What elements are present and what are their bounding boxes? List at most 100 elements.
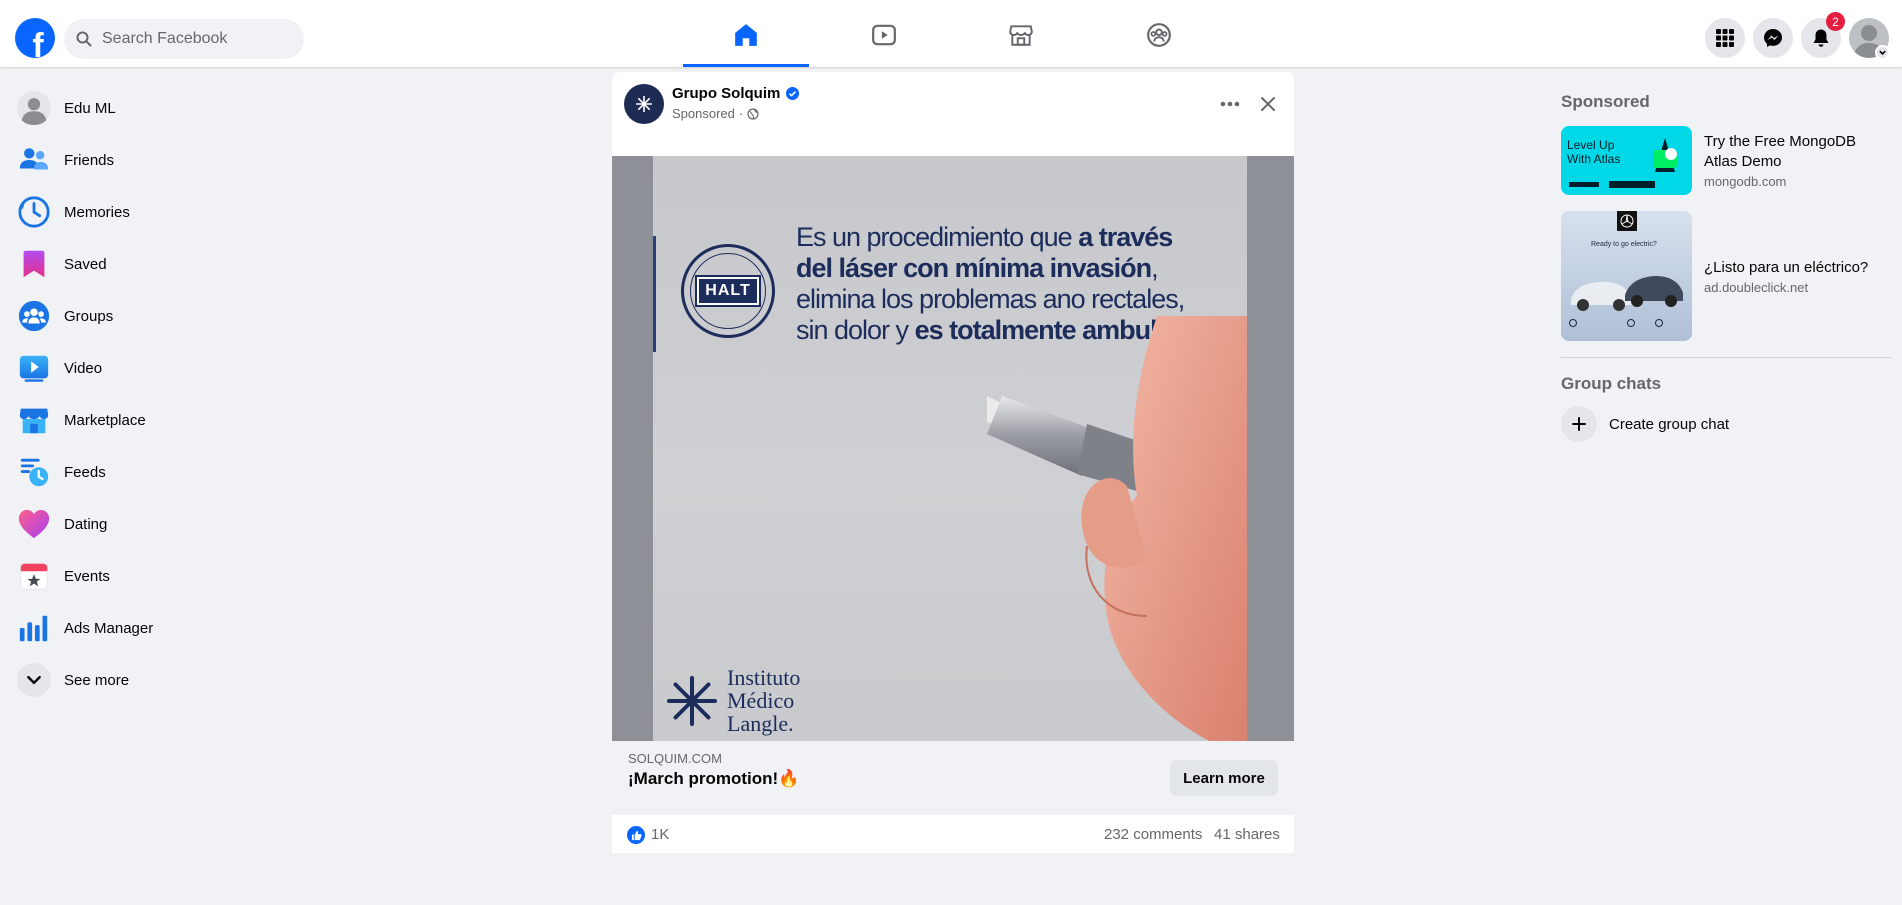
page-name: Grupo Solquim [672, 85, 781, 102]
link-title: ¡March promotion!🔥 [628, 769, 800, 788]
ad-domain: mongodb.com [1704, 174, 1787, 189]
profile-avatar [16, 90, 52, 126]
asterisk-logo-icon [636, 96, 652, 112]
notifications-button[interactable]: 2 [1801, 12, 1845, 58]
shares-count[interactable]: 41 shares [1214, 826, 1280, 843]
video-tab[interactable] [821, 4, 947, 66]
ad-creative-canvas: HALT Es un procedimiento que a través de… [653, 156, 1247, 741]
search-icon [76, 31, 92, 47]
laser-device-illustration [987, 316, 1247, 741]
sidebar-item-saved[interactable]: Saved [8, 238, 348, 290]
mongodb-thumb-text: Level Up With Atlas [1567, 138, 1620, 166]
video-icon [16, 350, 52, 386]
sidebar-item-label: Dating [64, 515, 108, 533]
mongodb-thumb-logo-bar [1569, 182, 1599, 187]
comments-count[interactable]: 232 comments [1104, 826, 1202, 843]
ad-title: ¿Listo para un eléctrico? [1704, 258, 1869, 276]
sponsored-post: Grupo Solquim Sponsored · HALT Es un pro… [612, 72, 1294, 853]
feature-dot-3 [1655, 319, 1663, 327]
ad-headline-line-3: elimina los problemas ano rectales, [796, 284, 1185, 314]
post-options-button[interactable] [1212, 90, 1248, 118]
dating-icon [16, 506, 52, 542]
post-meta: Sponsored · [672, 106, 759, 121]
sidebar-item-label: Marketplace [64, 411, 146, 429]
plus-circle [1561, 406, 1597, 442]
marketplace-tab-icon [1009, 25, 1033, 46]
sponsored-ad-mongodb[interactable]: Level Up With Atlas Try the Free MongoDB… [1561, 126, 1891, 195]
sidebar-item-groups[interactable]: Groups [8, 290, 348, 342]
see-more-circle [16, 662, 52, 698]
left-sidebar: Edu ML Friends Memories Saved Groups Vid… [8, 82, 348, 706]
mongodb-thumb-line-2: With Atlas [1567, 152, 1621, 166]
sidebar-item-label: Events [64, 567, 110, 585]
instituto-logo-text: Instituto Médico Langle. [727, 666, 800, 735]
ad-headline-line-1: Es un procedimiento que a través [796, 222, 1236, 253]
messenger-button[interactable] [1753, 18, 1793, 58]
groups-tab[interactable] [1096, 4, 1222, 66]
sidebar-item-events[interactable]: Events [8, 550, 348, 602]
apps-grid-icon [1716, 29, 1734, 47]
search-input[interactable] [102, 30, 292, 48]
ad-domain: ad.doubleclick.net [1704, 279, 1809, 295]
home-icon [735, 24, 757, 46]
account-menu-caret[interactable] [1875, 45, 1890, 60]
mongodb-ad-text: Try the Free MongoDB Atlas Demo mongodb.… [1704, 132, 1891, 189]
create-group-chat-button[interactable]: Create group chat [1561, 406, 1891, 442]
hide-post-button[interactable] [1250, 88, 1286, 120]
sponsored-ad-mercedes[interactable]: Ready to go electric? ¿Listo para un elé… [1561, 211, 1891, 341]
sidebar-item-video[interactable]: Video [8, 342, 348, 394]
mongodb-thumb-footer [1569, 181, 1679, 188]
mercedes-thumb-features [1569, 315, 1685, 329]
sidebar-item-label: Edu ML [64, 99, 116, 117]
sidebar-item-see-more[interactable]: See more [8, 654, 348, 706]
sidebar-item-memories[interactable]: Memories [8, 186, 348, 238]
sidebar-item-profile[interactable]: Edu ML [8, 82, 348, 134]
group-chats-heading: Group chats [1561, 374, 1662, 393]
logo-line-2: Médico [727, 688, 795, 713]
like-reaction-icon[interactable] [627, 826, 645, 844]
page-name-link[interactable]: Grupo Solquim [672, 85, 800, 102]
logo-line-1: Instituto [727, 665, 801, 690]
events-icon [16, 558, 52, 594]
halt-seal-text: HALT [695, 275, 761, 307]
marketplace-icon [16, 402, 52, 438]
link-preview-bar[interactable]: SOLQUIM.COM ¡March promotion!🔥 Learn mor… [612, 741, 1294, 815]
like-count[interactable]: 1K [651, 826, 669, 843]
sidebar-item-friends[interactable]: Friends [8, 134, 348, 186]
asterisk-logo-icon [667, 675, 717, 726]
sponsored-label[interactable]: Sponsored [672, 106, 735, 121]
globe-icon [747, 107, 759, 120]
meta-separator: · [738, 106, 744, 121]
sidebar-item-marketplace[interactable]: Marketplace [8, 394, 348, 446]
sidebar-item-feeds[interactable]: Feeds [8, 446, 348, 498]
mercedes-ad-text: ¿Listo para un eléctrico? ad.doubleclick… [1704, 258, 1868, 295]
logo-line-3: Langle. [727, 711, 794, 736]
page-avatar[interactable] [624, 84, 664, 124]
menu-button[interactable] [1705, 18, 1745, 58]
mongodb-rocket-icon [1653, 138, 1677, 172]
right-rail-divider [1561, 357, 1891, 358]
link-domain: SOLQUIM.COM [628, 751, 722, 766]
sidebar-item-ads-manager[interactable]: Ads Manager [8, 602, 348, 654]
home-tab[interactable] [683, 4, 809, 67]
notifications-badge: 2 [1826, 12, 1845, 31]
saved-icon [16, 246, 52, 282]
close-icon [1261, 97, 1275, 111]
sidebar-item-dating[interactable]: Dating [8, 498, 348, 550]
ad-title: Try the Free MongoDB Atlas Demo [1704, 133, 1856, 170]
ad-creative-image[interactable]: HALT Es un procedimiento que a través de… [612, 156, 1294, 741]
verified-badge-icon [786, 87, 800, 100]
groups-tab-icon [1147, 23, 1171, 47]
mercedes-thumb-text: Ready to go electric? [1591, 241, 1657, 248]
video-tab-icon [872, 24, 896, 46]
ad-headline-4: sin dolor y [796, 315, 915, 345]
facebook-logo[interactable]: f [15, 18, 55, 58]
feeds-icon [16, 454, 52, 490]
search-box[interactable] [64, 19, 304, 59]
ad-headline-2-bold: del láser con mínima invasión [796, 253, 1152, 283]
marketplace-tab[interactable] [958, 4, 1084, 66]
chevron-down-icon [17, 663, 51, 697]
facebook-logo-letter: f [32, 27, 44, 58]
friends-icon [16, 142, 52, 178]
learn-more-button[interactable]: Learn more [1170, 760, 1278, 796]
